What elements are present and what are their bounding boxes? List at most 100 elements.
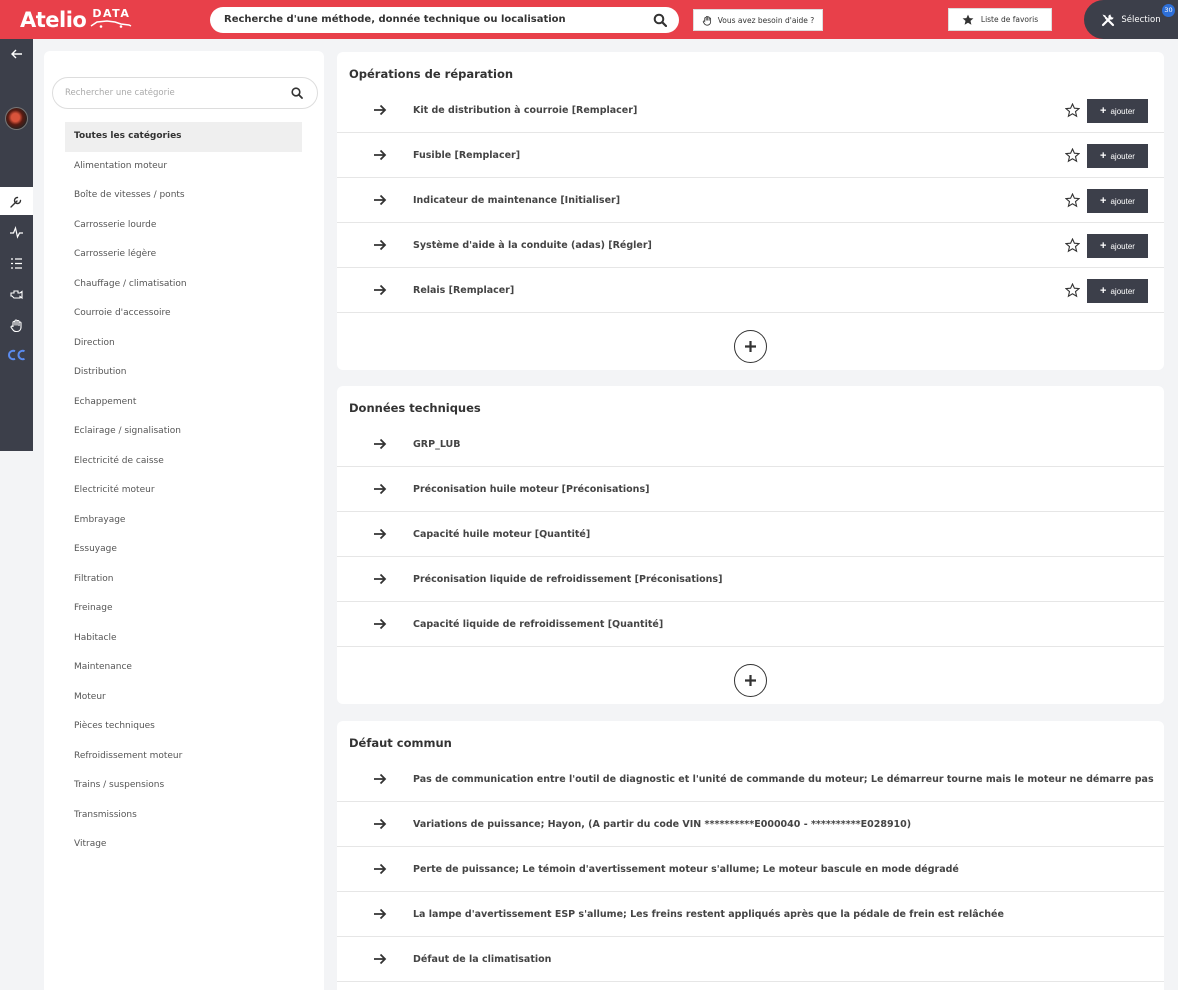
- category-search-input[interactable]: [65, 78, 275, 108]
- star-outline-icon[interactable]: [1065, 193, 1080, 208]
- selection-label: Sélection: [1121, 14, 1161, 25]
- pulse-icon[interactable]: [9, 225, 24, 240]
- category-item[interactable]: Vitrage: [65, 830, 302, 860]
- category-item[interactable]: Filtration: [65, 565, 302, 595]
- category-item[interactable]: Carrosserie légère: [65, 240, 302, 270]
- technical-row[interactable]: Capacité huile moteur [Quantité]: [337, 512, 1164, 557]
- category-item[interactable]: Transmissions: [65, 801, 302, 831]
- category-list: Toutes les catégories Alimentation moteur…: [65, 122, 302, 860]
- faults-row[interactable]: La lampe d'avertissement ESP s'allume; L…: [337, 892, 1164, 937]
- selection-count-badge: 30: [1162, 4, 1175, 17]
- category-item[interactable]: Carrosserie lourde: [65, 211, 302, 241]
- selection-button[interactable]: Sélection 30: [1084, 0, 1178, 39]
- section-title: Données techniques: [349, 401, 481, 415]
- repair-row[interactable]: Système d'aide à la conduite (adas) [Rég…: [337, 223, 1164, 268]
- arrow-right-icon: [374, 818, 387, 830]
- hand-icon[interactable]: [9, 318, 24, 333]
- global-search-text[interactable]: Recherche d'une méthode, donnée techniqu…: [224, 7, 566, 33]
- add-button[interactable]: + ajouter: [1087, 99, 1148, 123]
- category-item[interactable]: Boîte de vitesses / ponts: [65, 181, 302, 211]
- arrow-right-icon: [374, 149, 387, 161]
- category-item[interactable]: Embrayage: [65, 506, 302, 536]
- repair-row[interactable]: Kit de distribution à courroie [Remplace…: [337, 88, 1164, 133]
- row-label: Préconisation huile moteur [Préconisatio…: [413, 484, 650, 495]
- category-item[interactable]: Freinage: [65, 594, 302, 624]
- technical-row[interactable]: GRP_LUB: [337, 422, 1164, 467]
- category-item[interactable]: Chauffage / climatisation: [65, 270, 302, 300]
- category-item[interactable]: Distribution: [65, 358, 302, 388]
- show-more-technical-button[interactable]: [734, 664, 767, 697]
- row-label: Indicateur de maintenance [Initialiser]: [413, 195, 621, 206]
- help-label: Vous avez besoin d'aide ?: [717, 15, 815, 25]
- add-button[interactable]: + ajouter: [1087, 189, 1148, 213]
- category-item[interactable]: Electricité moteur: [65, 476, 302, 506]
- arrow-right-icon: [374, 284, 387, 296]
- category-item[interactable]: Refroidissement moteur: [65, 742, 302, 772]
- category-item[interactable]: Moteur: [65, 683, 302, 713]
- search-icon[interactable]: [291, 87, 303, 99]
- favorites-button[interactable]: Liste de favoris: [948, 8, 1052, 31]
- repair-row[interactable]: Fusible [Remplacer] + ajouter: [337, 133, 1164, 178]
- category-item[interactable]: Electricité de caisse: [65, 447, 302, 477]
- top-bar: Atelio DATA Recherche d'une méthode, don…: [0, 0, 1178, 39]
- star-outline-icon[interactable]: [1065, 148, 1080, 163]
- star-outline-icon[interactable]: [1065, 103, 1080, 118]
- back-arrow-icon[interactable]: [10, 48, 23, 60]
- category-item[interactable]: Courroie d'accessoire: [65, 299, 302, 329]
- row-label: Capacité huile moteur [Quantité]: [413, 529, 591, 540]
- car-icon: [90, 20, 132, 28]
- wrench-icon[interactable]: [9, 194, 24, 209]
- row-label: Pas de communication entre l'outil de di…: [413, 774, 1154, 785]
- row-label: Perte de puissance; Le témoin d'avertiss…: [413, 864, 959, 875]
- repair-operations-list: Kit de distribution à courroie [Remplace…: [337, 88, 1164, 313]
- category-item[interactable]: Maintenance: [65, 653, 302, 683]
- repair-row[interactable]: Indicateur de maintenance [Initialiser] +…: [337, 178, 1164, 223]
- hand-icon: [702, 15, 711, 26]
- category-item[interactable]: Alimentation moteur: [65, 152, 302, 182]
- category-item[interactable]: Toutes les catégories: [65, 122, 302, 152]
- technical-row[interactable]: Préconisation huile moteur [Préconisatio…: [337, 467, 1164, 512]
- category-item[interactable]: Trains / suspensions: [65, 771, 302, 801]
- common-faults-section: Défaut commun Pas de communication entre…: [337, 721, 1164, 990]
- add-button[interactable]: + ajouter: [1087, 144, 1148, 168]
- atelio-data-logo[interactable]: Atelio DATA: [20, 6, 133, 34]
- star-icon: [962, 14, 974, 25]
- help-button[interactable]: Vous avez besoin d'aide ?: [693, 9, 823, 31]
- row-label: GRP_LUB: [413, 439, 461, 450]
- search-icon[interactable]: [653, 13, 667, 27]
- technical-row[interactable]: Préconisation liquide de refroidissement…: [337, 557, 1164, 602]
- global-search[interactable]: Recherche d'une méthode, donnée techniqu…: [210, 7, 679, 33]
- list-icon[interactable]: [9, 256, 24, 271]
- row-label: La lampe d'avertissement ESP s'allume; L…: [413, 909, 1004, 920]
- add-button[interactable]: + ajouter: [1087, 234, 1148, 258]
- vehicle-avatar[interactable]: [5, 107, 28, 130]
- technical-row[interactable]: Capacité liquide de refroidissement [Qua…: [337, 602, 1164, 647]
- technical-data-section: Données techniques GRP_LUB Préconisation …: [337, 386, 1164, 704]
- logo-text: Atelio: [20, 8, 87, 32]
- faults-row[interactable]: Variations de puissance; Hayon, (A parti…: [337, 802, 1164, 847]
- category-search[interactable]: [52, 77, 318, 109]
- engine-icon[interactable]: [9, 287, 24, 302]
- category-item[interactable]: Direction: [65, 329, 302, 359]
- faults-row[interactable]: Perte de puissance; Le témoin d'avertiss…: [337, 847, 1164, 892]
- row-label: Variations de puissance; Hayon, (A parti…: [413, 819, 912, 830]
- star-outline-icon[interactable]: [1065, 238, 1080, 253]
- add-label: ajouter: [1110, 241, 1135, 251]
- cc-logo-icon[interactable]: [7, 349, 26, 361]
- faults-row[interactable]: Défaut de la climatisation: [337, 937, 1164, 982]
- faults-row[interactable]: Pas de communication entre l'outil de di…: [337, 757, 1164, 802]
- category-item[interactable]: Essuyage: [65, 535, 302, 565]
- category-item[interactable]: Eclairage / signalisation: [65, 417, 302, 447]
- category-item[interactable]: Habitacle: [65, 624, 302, 654]
- add-button[interactable]: + ajouter: [1087, 279, 1148, 303]
- category-item[interactable]: Echappement: [65, 388, 302, 418]
- add-label: ajouter: [1110, 286, 1135, 296]
- row-label: Système d'aide à la conduite (adas) [Rég…: [413, 240, 652, 251]
- arrow-right-icon: [374, 528, 387, 540]
- repair-operations-section: Opérations de réparation Kit de distribu…: [337, 52, 1164, 370]
- star-outline-icon[interactable]: [1065, 283, 1080, 298]
- repair-row[interactable]: Relais [Remplacer] + ajouter: [337, 268, 1164, 313]
- show-more-repair-button[interactable]: [734, 330, 767, 363]
- category-item[interactable]: Pièces techniques: [65, 712, 302, 742]
- arrow-right-icon: [374, 239, 387, 251]
